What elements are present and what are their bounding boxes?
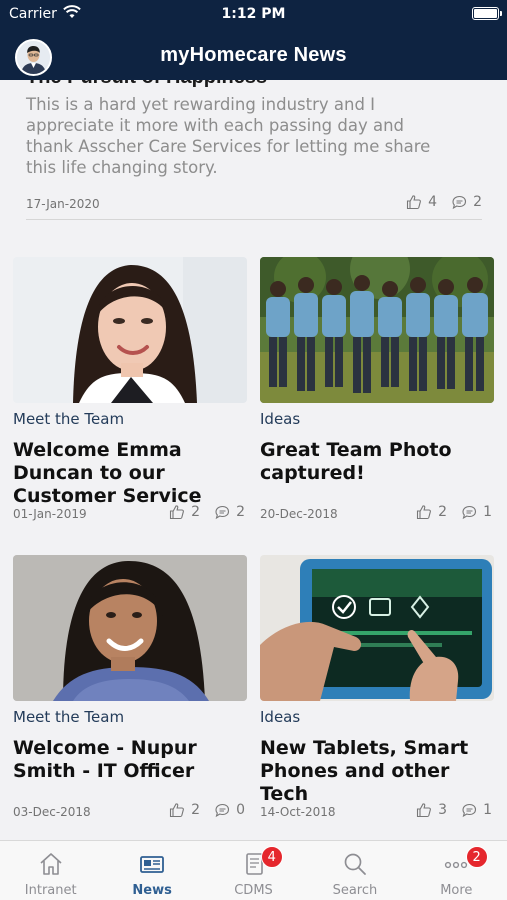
like-count: 2 bbox=[438, 504, 448, 520]
like-count: 2 bbox=[191, 504, 201, 520]
article-footer: 17-Jan-2020 4 2 bbox=[26, 193, 482, 213]
comment-count: 2 bbox=[473, 194, 482, 210]
card-stats: 2 2 bbox=[169, 504, 245, 520]
divider bbox=[26, 219, 482, 220]
thumbs-up-icon[interactable] bbox=[416, 504, 432, 520]
news-card[interactable]: Meet the Team Welcome Emma Duncan to our… bbox=[13, 257, 247, 522]
comment-icon[interactable] bbox=[214, 802, 230, 818]
notification-badge: 2 bbox=[465, 846, 488, 868]
comment-count: 1 bbox=[483, 504, 492, 520]
article-title: The Pursuit of Happiness bbox=[26, 80, 456, 89]
comment-icon[interactable] bbox=[214, 504, 230, 520]
like-count: 2 bbox=[191, 802, 201, 818]
card-category: Ideas bbox=[260, 410, 301, 428]
card-category: Meet the Team bbox=[13, 708, 125, 726]
like-count: 3 bbox=[438, 802, 448, 818]
article-summary: This is a hard yet rewarding industry an… bbox=[26, 95, 431, 177]
status-bar: Carrier 1:12 PM bbox=[0, 0, 507, 28]
news-image-tablet bbox=[260, 555, 494, 701]
card-stats: 2 0 bbox=[169, 802, 245, 818]
card-date: 03-Dec-2018 bbox=[13, 805, 91, 819]
comment-icon[interactable] bbox=[451, 194, 467, 210]
thumbs-up-icon[interactable] bbox=[169, 504, 185, 520]
tab-more[interactable]: 2 More bbox=[406, 841, 507, 900]
like-count: 4 bbox=[428, 194, 438, 210]
tab-label: More bbox=[440, 883, 473, 898]
card-footer: 14-Oct-2018 3 1 bbox=[260, 800, 494, 820]
house-icon bbox=[37, 851, 65, 877]
card-stats: 2 1 bbox=[416, 504, 492, 520]
comment-count: 0 bbox=[236, 802, 245, 818]
tab-cdms[interactable]: 4 CDMS bbox=[203, 841, 304, 900]
thumbs-up-icon[interactable] bbox=[416, 802, 432, 818]
card-title: Welcome - Nupur Smith - IT Officer bbox=[13, 737, 197, 782]
card-stats: 3 1 bbox=[416, 802, 492, 818]
battery-icon bbox=[472, 7, 502, 20]
clock: 1:12 PM bbox=[221, 6, 286, 22]
card-category: Ideas bbox=[260, 708, 301, 726]
news-image-portrait bbox=[13, 555, 247, 701]
tab-label: Intranet bbox=[24, 883, 77, 898]
news-card[interactable]: Meet the Team Welcome - Nupur Smith - IT… bbox=[13, 555, 247, 820]
comment-count: 2 bbox=[236, 504, 245, 520]
card-date: 01-Jan-2019 bbox=[13, 507, 87, 521]
page-title: myHomecare News bbox=[160, 44, 347, 66]
card-title: Welcome Emma Duncan to our Customer Serv… bbox=[13, 439, 202, 507]
app-header: Carrier 1:12 PM myHomecare News bbox=[0, 0, 507, 80]
thumbs-up-icon[interactable] bbox=[406, 194, 422, 210]
news-image-team bbox=[260, 257, 494, 403]
card-footer: 03-Dec-2018 2 0 bbox=[13, 800, 247, 820]
news-card[interactable]: Ideas Great Team Photo captured! 20-Dec-… bbox=[260, 257, 494, 522]
notification-badge: 4 bbox=[260, 846, 283, 868]
card-title: Great Team Photo captured! bbox=[260, 439, 452, 484]
tab-label: Search bbox=[332, 883, 378, 898]
card-category: Meet the Team bbox=[13, 410, 125, 428]
tab-label: CDMS bbox=[234, 883, 273, 898]
card-footer: 20-Dec-2018 2 1 bbox=[260, 502, 494, 522]
tab-intranet[interactable]: Intranet bbox=[0, 841, 101, 900]
comment-icon[interactable] bbox=[461, 802, 477, 818]
card-footer: 01-Jan-2019 2 2 bbox=[13, 502, 247, 522]
news-article-top[interactable]: The Pursuit of Happiness This is a hard … bbox=[26, 80, 456, 178]
news-feed[interactable]: The Pursuit of Happiness This is a hard … bbox=[0, 80, 507, 840]
comment-count: 1 bbox=[483, 802, 492, 818]
search-icon bbox=[341, 851, 369, 877]
tab-search[interactable]: Search bbox=[304, 841, 405, 900]
tab-bar: Intranet News 4 CDMS Search 2 More bbox=[0, 840, 507, 900]
news-image-portrait bbox=[13, 257, 247, 403]
card-date: 14-Oct-2018 bbox=[260, 805, 336, 819]
nav-bar: myHomecare News bbox=[0, 32, 507, 80]
tab-news[interactable]: News bbox=[101, 841, 202, 900]
tab-label: News bbox=[132, 883, 172, 898]
card-date: 20-Dec-2018 bbox=[260, 507, 338, 521]
thumbs-up-icon[interactable] bbox=[169, 802, 185, 818]
news-card[interactable]: Ideas New Tablets, Smart Phones and othe… bbox=[260, 555, 494, 820]
comment-icon[interactable] bbox=[461, 504, 477, 520]
newspaper-icon bbox=[138, 851, 166, 877]
card-title: New Tablets, Smart Phones and other Tech bbox=[260, 737, 469, 805]
article-stats: 4 2 bbox=[406, 194, 482, 210]
article-date: 17-Jan-2020 bbox=[26, 197, 100, 211]
